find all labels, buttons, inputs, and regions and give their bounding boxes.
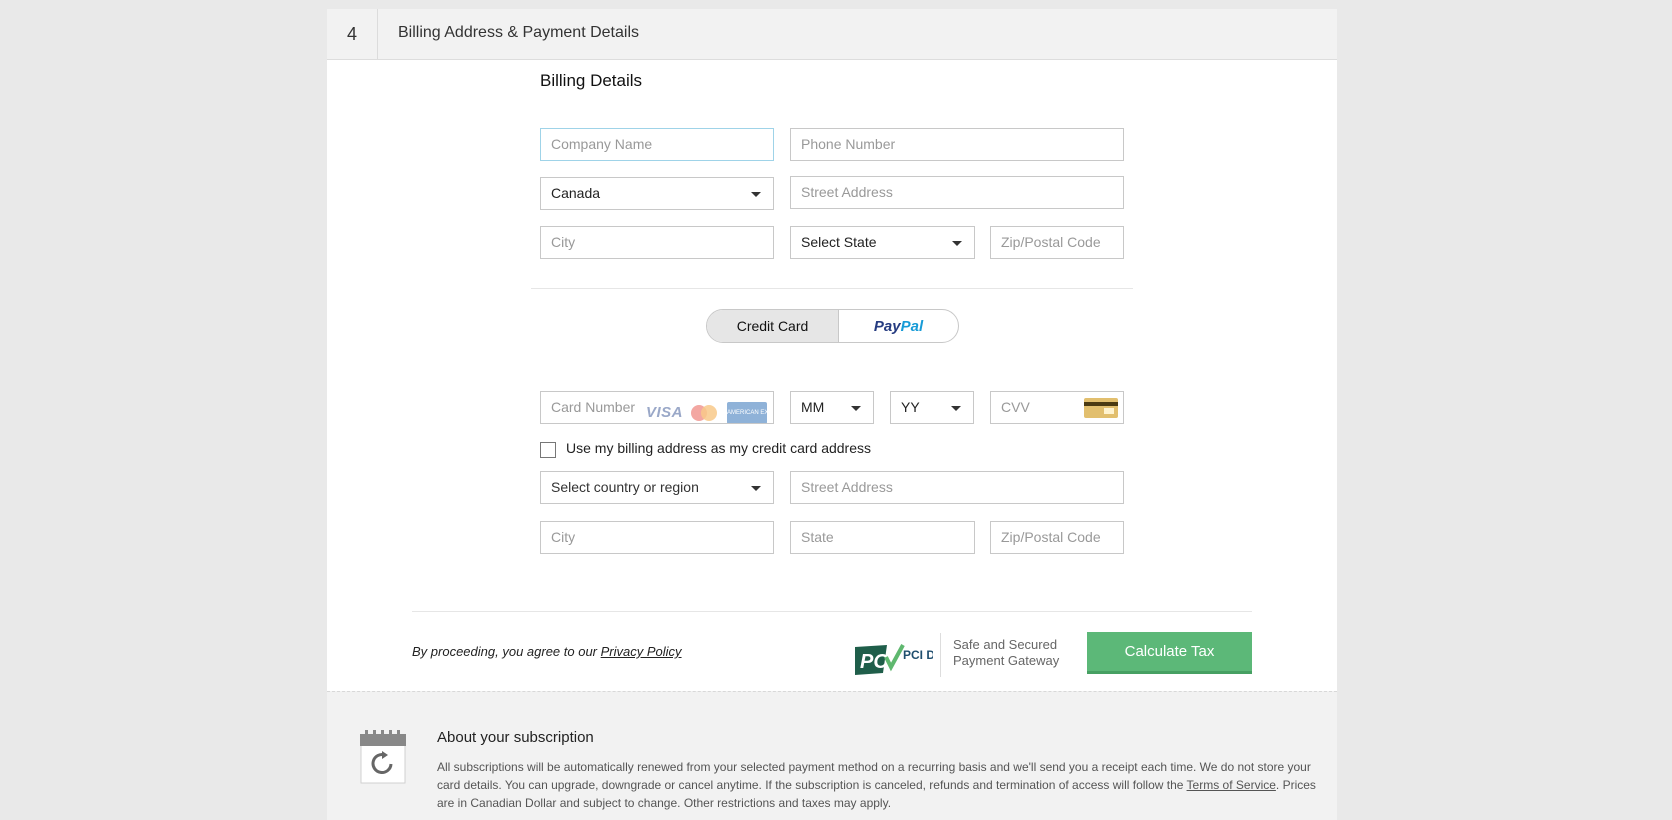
chevron-down-icon xyxy=(751,486,761,491)
chevron-down-icon xyxy=(751,192,761,197)
use-billing-address-checkbox[interactable] xyxy=(540,442,556,458)
mastercard-icon xyxy=(691,404,719,422)
card-number-placeholder: Card Number xyxy=(551,399,636,415)
paypal-tab[interactable]: Pay Pal xyxy=(839,310,958,342)
country-select[interactable]: Canada xyxy=(540,177,774,210)
expiry-month-value: MM xyxy=(801,399,825,415)
card-street-address-input[interactable]: Street Address xyxy=(790,471,1124,504)
privacy-policy-link[interactable]: Privacy Policy xyxy=(601,644,682,659)
street-address-input[interactable]: Street Address xyxy=(790,176,1124,209)
about-text-main: All subscriptions will be automatically … xyxy=(437,760,1311,792)
expiry-month-select[interactable]: MM xyxy=(790,391,874,424)
phone-number-input[interactable]: Phone Number xyxy=(790,128,1124,161)
secure-gateway-text: Safe and Secured Payment Gateway xyxy=(953,637,1059,669)
secure-line-1: Safe and Secured xyxy=(953,637,1058,652)
paypal-logo-part1: Pay xyxy=(873,317,901,335)
chevron-down-icon xyxy=(851,406,861,411)
company-name-input[interactable]: Company Name xyxy=(540,128,774,161)
billing-details-title: Billing Details xyxy=(540,71,643,90)
cvv-card-icon xyxy=(1084,398,1118,418)
calculate-tax-button[interactable]: Calculate Tax xyxy=(1087,632,1252,674)
cvv-placeholder: CVV xyxy=(1001,399,1030,415)
svg-text:PC: PC xyxy=(860,651,888,673)
city-input[interactable]: City xyxy=(540,226,774,259)
step-header: 4 Billing Address & Payment Details xyxy=(327,9,1337,60)
checkout-card: 4 Billing Address & Payment Details Bill… xyxy=(327,9,1337,820)
card-country-select-value: Select country or region xyxy=(551,479,699,495)
amex-icon: AMERICAN EXPRESS xyxy=(727,401,773,423)
state-select-value: Select State xyxy=(801,234,877,250)
about-subscription-text: All subscriptions will be automatically … xyxy=(437,758,1327,812)
step-number: 4 xyxy=(327,9,378,59)
calendar-renew-icon xyxy=(360,730,406,784)
expiry-year-value: YY xyxy=(901,399,920,415)
pci-dss-label: PCI DSS xyxy=(903,648,933,662)
payment-method-toggle: Credit Card Pay Pal xyxy=(706,309,959,343)
divider xyxy=(940,633,941,677)
credit-card-tab[interactable]: Credit Card xyxy=(707,310,839,342)
chevron-down-icon xyxy=(952,241,962,246)
card-brand-icons: VISA AMERICAN EXPRESS xyxy=(645,397,773,423)
terms-of-service-link[interactable]: Terms of Service xyxy=(1187,778,1276,792)
state-select[interactable]: Select State xyxy=(790,226,975,259)
cvv-input[interactable]: CVV xyxy=(990,391,1124,424)
agreement-text: By proceeding, you agree to our Privacy … xyxy=(412,644,682,659)
step-title: Billing Address & Payment Details xyxy=(398,24,639,41)
secure-line-2: Payment Gateway xyxy=(953,653,1060,668)
zip-code-input[interactable]: Zip/Postal Code xyxy=(990,226,1124,259)
divider xyxy=(531,288,1133,289)
paypal-logo-part2: Pal xyxy=(900,317,924,335)
agreement-prefix: By proceeding, you agree to our xyxy=(412,644,601,659)
about-subscription-title: About your subscription xyxy=(437,729,594,746)
card-zip-code-input[interactable]: Zip/Postal Code xyxy=(990,521,1124,554)
expiry-year-select[interactable]: YY xyxy=(890,391,974,424)
card-state-input[interactable]: State xyxy=(790,521,975,554)
pci-dss-icon: PC PCI DSS xyxy=(855,644,933,675)
card-city-input[interactable]: City xyxy=(540,521,774,554)
card-number-input[interactable]: Card Number VISA AMERICAN EXPRESS xyxy=(540,391,774,424)
country-select-value: Canada xyxy=(551,185,601,201)
chevron-down-icon xyxy=(951,406,961,411)
card-country-select[interactable]: Select country or region xyxy=(540,471,774,504)
divider xyxy=(412,611,1252,612)
visa-icon: VISA xyxy=(645,404,683,421)
use-billing-address-label: Use my billing address as my credit card… xyxy=(566,440,872,456)
about-subscription-panel: About your subscription All subscription… xyxy=(327,691,1337,820)
